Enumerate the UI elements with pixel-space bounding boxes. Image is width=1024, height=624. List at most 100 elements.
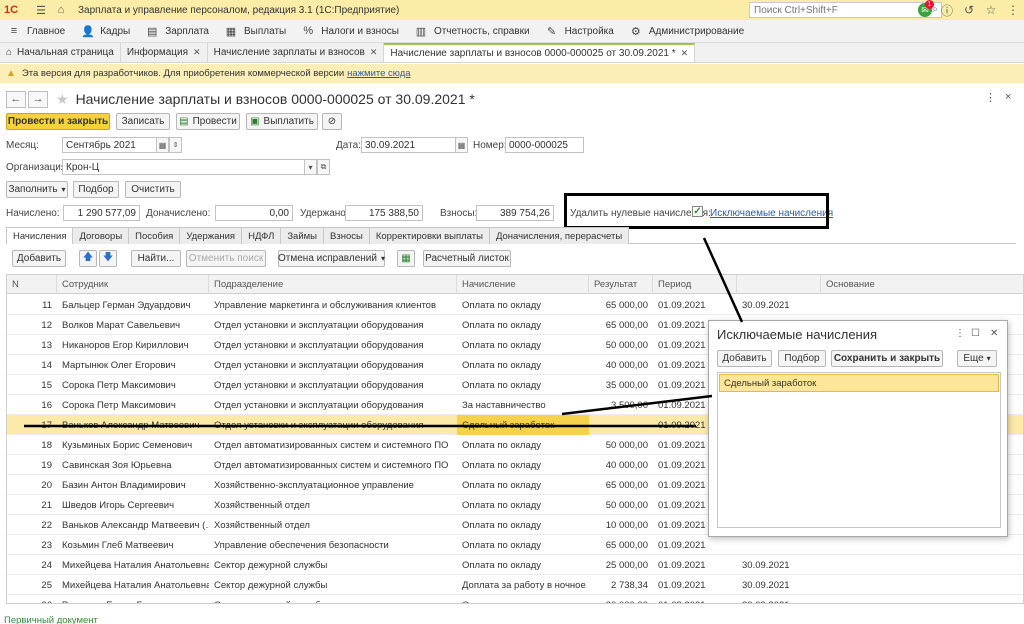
menu-salary[interactable]: ▤ Зарплата [138,20,217,43]
menu-hr[interactable]: 👤 Кадры [73,20,138,43]
spreadsheet-icon[interactable]: ▦ [397,250,415,267]
table-row[interactable]: 25 Михейцева Наталия Анатольевна Сектор де… [7,575,1023,595]
month-stepper[interactable]: ⇕ [169,137,182,153]
table-cell-n: 13 [41,339,52,351]
close-icon[interactable]: ✕ [193,47,201,58]
menu-main[interactable]: ≡ Главное [0,20,73,43]
open-windows-tabs: ⌂ Начальная страница Информация ✕ Начислен… [0,43,1024,63]
favorites-icon[interactable]: ☆ [980,0,1002,20]
select-button[interactable]: Подбор [73,181,119,198]
table-cell-n: 21 [41,499,52,511]
attach-icon[interactable]: ⊘ [322,113,342,130]
settings-icon[interactable]: ⋮ [1002,0,1024,20]
open-icon[interactable]: ⧉ [317,159,330,175]
cancel-fixes-button[interactable]: Отмена исправлений ▾ [278,250,385,267]
tab-contracts[interactable]: Договоры [72,227,130,244]
column-header[interactable]: Основание [821,275,1023,294]
tab-benefits[interactable]: Пособия [128,227,181,244]
notifications-icon[interactable]: ✉ 1 [914,0,936,20]
tab-payment-adjustments[interactable]: Корректировки выплаты [368,227,490,244]
table-cell-n: 20 [41,479,52,491]
column-header[interactable]: N [7,275,57,294]
table-row[interactable]: 23 Козьмин Глеб Матвеевич Управление обесп… [7,535,1023,555]
table-cell-n: 15 [41,379,52,391]
menu-settings[interactable]: ✎ Настройка [538,20,622,43]
column-header[interactable]: Сотрудник [57,275,209,294]
tab-recalculations[interactable]: Доначисления, перерасчеты [488,227,630,244]
buy-link[interactable]: нажмите сюда [347,68,410,79]
close-document-icon[interactable]: × [1005,91,1011,103]
list-item[interactable]: Сдельный заработок [719,374,999,392]
info-icon[interactable]: ⓘ [936,0,958,20]
tab-contributions[interactable]: Взносы [323,227,370,244]
tab-payroll-list[interactable]: Начисление зарплаты и взносов ✕ [208,43,385,62]
dialog-more-button[interactable]: Еще ▾ [957,350,997,367]
move-down-icon[interactable]: 🡇 [99,250,117,267]
favorite-star-icon[interactable]: ★ [56,91,69,108]
clear-button[interactable]: Очистить [125,181,181,198]
close-icon[interactable]: ✕ [681,48,689,59]
forward-arrow-icon[interactable]: → [28,90,48,108]
maximize-icon[interactable]: ☐ [971,328,980,339]
menu-payments[interactable]: ▦ Выплаты [217,20,294,43]
table-cell-dept: Управление обеспечения безопасности [214,539,389,551]
close-icon[interactable]: ✕ [370,47,378,58]
menu-admin[interactable]: ⚙ Администрирование [622,20,752,43]
more-actions-icon[interactable]: ⋮ [985,91,996,104]
tab-info[interactable]: Информация ✕ [121,43,208,62]
tab-payroll-doc[interactable]: Начисление зарплаты и взносов 0000-00002… [384,43,696,62]
column-header[interactable]: Подразделение [209,275,457,294]
tab-deductions[interactable]: Удержания [179,227,243,244]
chevron-down-icon[interactable]: ▾ [304,159,317,175]
table-cell-dept: Отдел установки и эксплуатации оборудова… [214,399,424,411]
calendar-icon[interactable]: ▦ [455,137,468,153]
find-button[interactable]: Найти... [131,250,181,267]
table-cell-dept: Сектор дежурной службы [209,595,457,604]
menu-icon[interactable]: ☰ [34,3,48,17]
back-arrow-icon[interactable]: ← [6,90,26,108]
annotation-box [564,193,829,229]
table-row[interactable]: 26Рязанова Елена БорисовнаСектор дежурно… [7,595,1023,604]
history-icon[interactable]: ↺ [958,0,980,20]
month-field[interactable]: Сентябрь 2021 [62,137,157,153]
tab-accruals[interactable]: Начисления [6,227,74,244]
organization-field[interactable]: Крон-Ц [62,159,305,175]
column-header[interactable]: Результат [589,275,653,294]
menu-reports[interactable]: ▥ Отчетность, справки [407,20,538,43]
fill-button[interactable]: Заполнить ▾ [6,181,68,198]
table-cell-dept: Хозяйственный отдел [214,519,310,531]
tab-loans[interactable]: Займы [280,227,324,244]
post-button[interactable]: ▤ Провести [176,113,240,130]
menu-taxes[interactable]: % Налоги и взносы [294,20,407,43]
tab-home[interactable]: ⌂ Начальная страница [0,43,121,62]
payslip-button[interactable]: Расчетный листок [423,250,511,267]
table-cell-res: 65 000,00 [605,319,648,331]
cancel-search-button[interactable]: Отменить поиск [186,250,266,267]
table-row[interactable]: 11 Бальцер Герман Эдуардович Управление ма… [7,295,1023,315]
extra-accrued-label: Доначислено: [146,208,211,219]
dialog-select-button[interactable]: Подбор [778,350,826,367]
table-row[interactable]: 24 Михейцева Наталия Анатольевна Сектор де… [7,555,1023,575]
person-icon: 👤 [81,25,95,38]
more-actions-icon[interactable]: ⋮ [955,328,965,339]
search-input[interactable] [754,4,924,16]
save-button[interactable]: Записать [116,113,170,130]
post-and-close-button[interactable]: Провести и закрыть [6,113,110,130]
column-header[interactable]: Начисление [457,275,589,294]
dialog-add-button[interactable]: Добавить [717,350,772,367]
date-field[interactable]: 30.09.2021 [361,137,456,153]
column-header[interactable]: Период [653,275,737,294]
column-header[interactable] [737,275,821,294]
table-cell-acc: Доплата за работу в ночное … [462,579,589,591]
move-up-icon[interactable]: 🡅 [79,250,97,267]
add-row-button[interactable]: Добавить [12,250,66,267]
calendar-icon[interactable]: ▦ [156,137,169,153]
tab-income-tax[interactable]: НДФЛ [241,227,282,244]
number-field[interactable]: 0000-000025 [505,137,584,153]
home-icon[interactable]: ⌂ [54,3,68,17]
pay-button[interactable]: ▣ Выплатить [246,113,318,130]
close-icon[interactable]: ✕ [990,328,998,339]
table-cell-res: 40 000,00 [605,359,648,371]
save-and-close-button[interactable]: Сохранить и закрыть [831,350,943,367]
table-cell-emp: Сорока Петр Максимович [62,399,176,411]
